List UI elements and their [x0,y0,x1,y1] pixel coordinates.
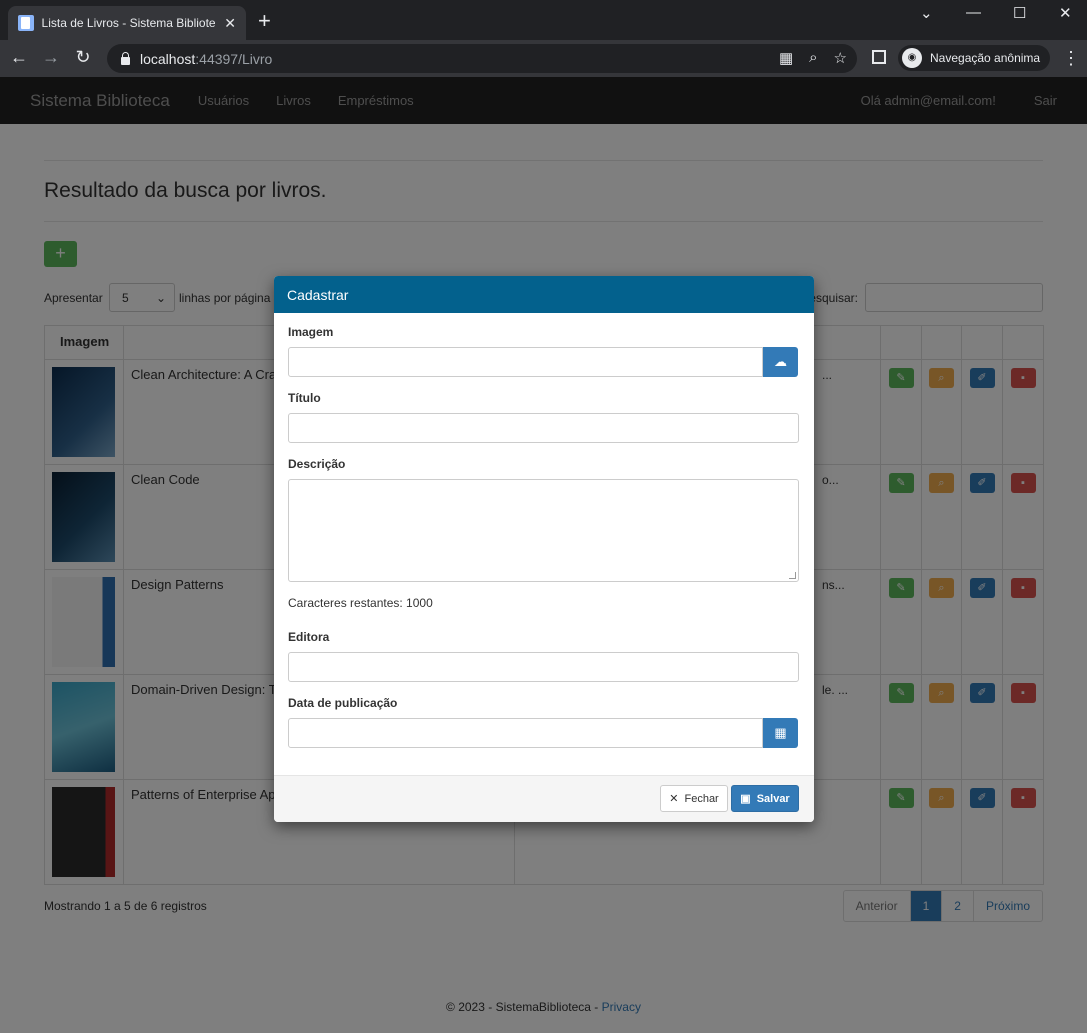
floppy-disk-icon: ▣ [740,793,751,805]
cloud-upload-icon[interactable]: ☁ [763,347,798,377]
bookmark-star-icon[interactable]: ☆ [834,49,847,67]
pubdate-input[interactable] [288,718,764,748]
window-close-button[interactable]: ✕ [1059,4,1072,22]
description-textarea[interactable] [288,479,799,582]
image-label: Imagem [288,325,334,339]
register-book-modal: Cadastrar Imagem ☁ Título Descrição Cara… [274,276,814,822]
tab-close-icon[interactable]: ✕ [224,15,236,32]
browser-toolbar: ← → ↻ localhost :44397/Livro ▦ ⌕ ☆ ◉ Nav… [0,40,1087,77]
description-label: Descrição [288,457,346,471]
back-button[interactable]: ← [8,47,30,68]
title-input[interactable] [288,413,799,443]
incognito-icon: ◉ [902,48,922,68]
pubdate-label: Data de publicação [288,696,398,710]
book-favicon-icon [18,15,34,31]
title-label: Título [288,391,321,405]
browser-tab[interactable]: Lista de Livros - Sistema Bibliotec ✕ [8,6,246,40]
browser-menu-icon[interactable]: ⋮ [1062,48,1080,69]
calendar-icon[interactable]: ▦ [763,718,798,748]
address-bar[interactable]: localhost :44397/Livro ▦ ⌕ ☆ [107,44,857,73]
zoom-icon[interactable]: ⌕ [809,49,817,67]
close-icon: ✕ [669,793,679,805]
save-button-label: Salvar [756,792,790,805]
minimize-button[interactable]: — [966,4,981,21]
tab-search-icon[interactable]: ⌄ [920,4,933,22]
modal-footer: ✕ Fechar ▣ Salvar [274,775,814,822]
lock-icon[interactable] [121,51,130,65]
close-button-label: Fechar [684,792,719,805]
new-tab-button[interactable]: + [258,10,271,32]
chars-remaining: Caracteres restantes: 1000 [288,596,433,610]
url-path: :44397/Livro [195,50,273,67]
image-input[interactable] [288,347,764,377]
close-button[interactable]: ✕ Fechar [660,785,728,812]
modal-title: Cadastrar [274,276,814,313]
save-button[interactable]: ▣ Salvar [731,785,799,812]
forward-button[interactable]: → [40,47,62,68]
incognito-indicator[interactable]: ◉ Navegação anônima [898,45,1051,71]
side-panel-icon[interactable] [872,50,886,64]
publisher-label: Editora [288,630,330,644]
browser-tab-bar: Lista de Livros - Sistema Bibliotec ✕ + … [0,0,1087,40]
qr-code-icon[interactable]: ▦ [779,49,793,67]
reload-button[interactable]: ↻ [72,47,94,68]
maximize-button[interactable]: ☐ [1013,4,1026,22]
tab-title: Lista de Livros - Sistema Bibliotec [41,16,217,30]
url-host: localhost [140,50,196,67]
modal-body: Imagem ☁ Título Descrição Caracteres res… [274,313,814,748]
resize-grip-icon[interactable] [789,572,796,579]
incognito-label: Navegação anônima [930,51,1041,65]
publisher-input[interactable] [288,652,799,682]
